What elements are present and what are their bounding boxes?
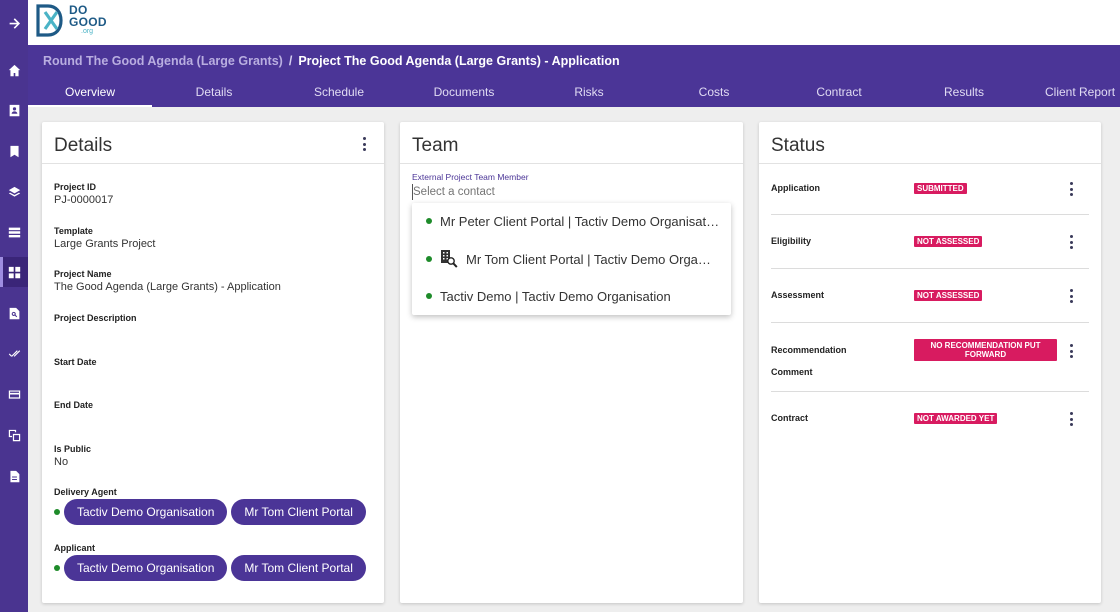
home-icon[interactable] (0, 55, 28, 85)
details-card-title: Details (54, 135, 113, 156)
end-date-label: End Date (54, 400, 94, 410)
breadcrumb: Round The Good Agenda (Large Grants) / Pro… (43, 54, 620, 68)
double-check-icon[interactable] (0, 338, 28, 368)
status-label: Assessment (771, 290, 825, 300)
is-public-label: Is Public (54, 444, 92, 454)
contact-option-label: Mr Tom Client Portal | Tactiv Demo Organ… (466, 251, 716, 267)
status-badge: SUBMITTED (914, 183, 967, 194)
status-row-eligibility: Eligibility NOT ASSESSED (771, 215, 1089, 269)
status-badge: NO RECOMMENDATION PUT FORWARD (914, 339, 1057, 361)
divider (400, 163, 743, 164)
start-date-label: Start Date (54, 357, 97, 367)
breadcrumb-parent-link[interactable]: Round The Good Agenda (Large Grants) (43, 54, 283, 68)
status-dot (426, 218, 432, 224)
layers-icon[interactable] (0, 177, 28, 207)
delivery-agent-chip-contact[interactable]: Mr Tom Client Portal (231, 499, 366, 525)
tab-details[interactable]: Details (152, 81, 276, 107)
left-nav-rail (0, 0, 28, 612)
status-row-contract: Contract NOT AWARDED YET (771, 392, 1089, 446)
tab-costs[interactable]: Costs (652, 81, 776, 107)
building-search-icon (440, 249, 458, 269)
contact-dropdown: Mr Peter Client Portal | Tactiv Demo Org… (412, 203, 731, 315)
applicant-chips: Tactiv Demo Organisation Mr Tom Client P… (54, 555, 366, 581)
team-card-title: Team (412, 135, 459, 156)
contact-option-peter[interactable]: Mr Peter Client Portal | Tactiv Demo Org… (412, 203, 731, 239)
list-icon[interactable] (0, 217, 28, 247)
search-document-icon[interactable] (0, 298, 28, 328)
applicant-chip-contact[interactable]: Mr Tom Client Portal (231, 555, 366, 581)
team-card: Team External Project Team Member Mr Pet… (400, 122, 743, 603)
status-label: Eligibility (771, 236, 812, 246)
contact-select-input[interactable] (412, 184, 730, 200)
dashboard-icon[interactable] (0, 257, 28, 287)
template-label: Template (54, 226, 93, 236)
tab-results[interactable]: Results (902, 81, 1026, 107)
breadcrumb-current: Project The Good Agenda (Large Grants) -… (298, 54, 620, 68)
tab-bar: Overview Details Schedule Documents Risk… (28, 81, 1120, 107)
details-card: Details Project ID PJ-0000017 Template L… (42, 122, 384, 603)
logo-mark-icon (36, 4, 66, 37)
external-team-member-label: External Project Team Member (412, 172, 529, 182)
status-dot (54, 509, 60, 515)
applicant-chip-organisation[interactable]: Tactiv Demo Organisation (64, 555, 228, 581)
status-more-icon[interactable] (1067, 181, 1075, 197)
status-more-icon[interactable] (1067, 234, 1075, 250)
status-more-icon[interactable] (1067, 288, 1075, 304)
status-row-application: Application SUBMITTED (771, 164, 1089, 215)
status-badge: NOT AWARDED YET (914, 413, 998, 424)
bookmark-icon[interactable] (0, 136, 28, 166)
contact-option-tom[interactable]: Mr Tom Client Portal | Tactiv Demo Organ… (412, 241, 731, 277)
arrow-right-icon[interactable] (0, 8, 28, 38)
project-id-label: Project ID (54, 182, 97, 192)
status-badge: NOT ASSESSED (914, 290, 983, 301)
project-id-value: PJ-0000017 (54, 194, 114, 206)
dogood-logo[interactable]: DO GOOD .org (36, 4, 107, 37)
status-row-recommendation: Recommendation Comment NO RECOMMENDATION… (771, 323, 1089, 392)
status-label-comment: Comment (771, 367, 813, 377)
logo-text-line3: .org (81, 28, 94, 35)
contact-option-label: Mr Peter Client Portal | Tactiv Demo Org… (440, 213, 720, 229)
divider (42, 163, 384, 164)
is-public-value: No (54, 456, 69, 468)
contacts-icon[interactable] (0, 95, 28, 125)
delivery-agent-label: Delivery Agent (54, 487, 117, 497)
tab-risks[interactable]: Risks (527, 81, 651, 107)
status-card: Status Application SUBMITTED Eligibility… (759, 122, 1101, 603)
applicant-label: Applicant (54, 543, 96, 553)
status-card-title: Status (771, 135, 825, 156)
status-label: Contract (771, 413, 809, 423)
contact-option-tactiv-demo[interactable]: Tactiv Demo | Tactiv Demo Organisation (412, 278, 731, 314)
tab-schedule[interactable]: Schedule (277, 81, 401, 107)
document-icon[interactable] (0, 461, 28, 491)
delivery-agent-chips: Tactiv Demo Organisation Mr Tom Client P… (54, 499, 366, 525)
project-name-value: The Good Agenda (Large Grants) - Applica… (54, 281, 281, 293)
tab-overview[interactable]: Overview (28, 81, 152, 107)
template-value: Large Grants Project (54, 238, 156, 250)
contact-option-label: Tactiv Demo | Tactiv Demo Organisation (440, 288, 671, 304)
top-bar: DO GOOD .org (28, 0, 1120, 45)
project-header: Round The Good Agenda (Large Grants) / Pro… (28, 45, 1120, 107)
tab-documents[interactable]: Documents (402, 81, 526, 107)
breadcrumb-separator: / (288, 54, 293, 68)
project-description-label: Project Description (54, 313, 137, 323)
delivery-agent-chip-organisation[interactable]: Tactiv Demo Organisation (64, 499, 228, 525)
project-name-label: Project Name (54, 269, 112, 279)
status-more-icon[interactable] (1067, 411, 1075, 427)
tab-contract[interactable]: Contract (777, 81, 901, 107)
status-dot (426, 256, 432, 262)
copy-icon[interactable] (0, 420, 28, 450)
status-badge: NOT ASSESSED (914, 236, 983, 247)
details-more-icon[interactable] (360, 136, 368, 152)
status-dot (54, 565, 60, 571)
card-icon[interactable] (0, 379, 28, 409)
status-row-assessment: Assessment NOT ASSESSED (771, 269, 1089, 323)
status-label: Application (771, 183, 820, 193)
status-more-icon[interactable] (1067, 343, 1075, 359)
tab-client-report[interactable]: Client Report (1045, 81, 1120, 107)
status-dot (426, 293, 432, 299)
status-label: Recommendation (771, 345, 847, 355)
logo-text-line2: GOOD (69, 15, 107, 29)
